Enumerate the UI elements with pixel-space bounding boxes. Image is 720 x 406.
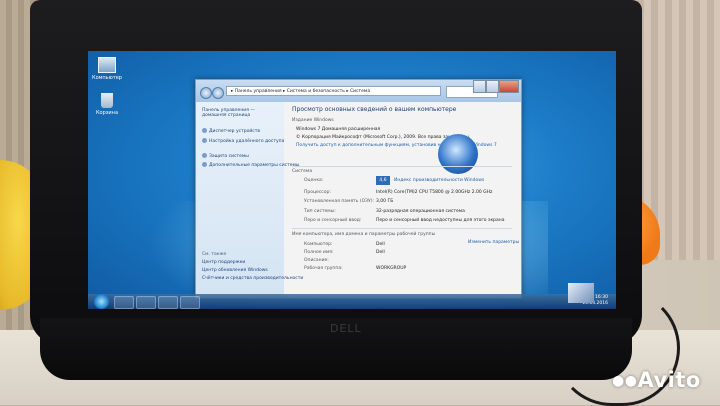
system-type-label: Тип системы: (304, 209, 336, 214)
description-label: Описание: (304, 258, 329, 263)
processor-label: Процессор: (304, 190, 331, 195)
desktop-icon-label: Компьютер (92, 75, 122, 81)
sidebar-item-device-manager[interactable]: Диспетчер устройств (202, 128, 260, 134)
system-window: ▸ Панель управления ▸ Система и безопасн… (195, 79, 522, 299)
sidebar-home-link[interactable]: Панель управления — домашняя страница (202, 108, 280, 118)
minimize-button[interactable] (473, 80, 487, 93)
back-icon[interactable] (200, 87, 212, 99)
desktop-screen: Компьютер Корзина ▸ Панель управления ▸ … (88, 51, 616, 309)
start-button[interactable] (94, 294, 109, 309)
name-section-heading: Имя компьютера, имя домена и параметры р… (292, 232, 436, 237)
desktop-icon-recycle-bin[interactable]: Корзина (90, 93, 124, 116)
divider (292, 228, 512, 229)
shield-icon (202, 153, 207, 158)
close-button[interactable] (499, 80, 519, 93)
maximize-button[interactable] (486, 80, 500, 93)
recycle-bin-icon (101, 93, 113, 108)
workgroup-label: Рабочая группа: (304, 266, 343, 271)
system-section-heading: Система (292, 169, 313, 174)
taskbar-media-icon[interactable] (158, 296, 178, 309)
processor-value: Intel(R) Core(TM)2 CPU T5800 @ 2.00GHz 2… (376, 190, 493, 195)
workgroup-value: WORKGROUP (376, 266, 407, 271)
forward-icon[interactable] (212, 87, 224, 99)
window-titlebar: ▸ Панель управления ▸ Система и безопасн… (196, 80, 521, 102)
edition-section-heading: Издание Windows (292, 118, 334, 123)
full-name-label: Полное имя: (304, 250, 334, 255)
rating-link[interactable]: Индекс производительности Windows (394, 178, 484, 183)
shield-icon (202, 128, 207, 133)
sidebar: Панель управления — домашняя страница Ди… (196, 102, 303, 298)
sidebar-item-windows-update[interactable]: Центр обновления Windows (202, 268, 268, 273)
pen-value: Перо и сенсорный ввод недоступны для это… (376, 218, 505, 223)
full-name-value: Dell (376, 250, 385, 255)
change-settings-link[interactable]: Изменить параметры (468, 240, 519, 245)
desktop-icon-label: Корзина (95, 110, 119, 116)
sidebar-item-remote[interactable]: Настройка удалённого доступа (202, 138, 284, 144)
memory-value: 3,00 ГБ (376, 199, 394, 204)
page-title: Просмотр основных сведений о вашем компь… (292, 106, 457, 113)
monitor: Компьютер Корзина ▸ Панель управления ▸ … (30, 0, 642, 345)
rating-label: Оценка: (304, 178, 324, 183)
sidebar-item-advanced[interactable]: Дополнительные параметры системы (202, 162, 299, 168)
taskbar-window-icon[interactable] (180, 296, 200, 309)
computer-name-value: Dell (376, 242, 385, 247)
avito-text: Avito (637, 368, 701, 392)
avito-dots-icon: ●● (612, 373, 638, 389)
address-bar[interactable]: ▸ Панель управления ▸ Система и безопасн… (226, 86, 441, 96)
avito-watermark: ●●Avito (612, 368, 701, 392)
system-type-value: 32-разрядная операционная система (376, 209, 465, 214)
divider (292, 166, 512, 167)
computer-name-label: Компьютер: (304, 242, 333, 247)
intel-sticker (568, 283, 594, 303)
pen-label: Перо и сенсорный ввод: (304, 218, 362, 223)
see-also-heading: См. также (202, 252, 227, 257)
windows-logo-icon (438, 134, 478, 174)
taskbar-ie-icon[interactable] (114, 296, 134, 309)
memory-label: Установленная память (ОЗУ): (304, 199, 375, 204)
rating-badge: 4,6 (376, 176, 390, 185)
sidebar-item-action-center[interactable]: Центр поддержки (202, 260, 245, 265)
desktop-icon-computer[interactable]: Компьютер (90, 57, 124, 81)
computer-icon (98, 57, 116, 73)
window-controls (473, 80, 519, 93)
main-content: Просмотр основных сведений о вашем компь… (288, 102, 519, 298)
taskbar: 16:30 16.04.2016 (88, 294, 616, 309)
shield-icon (202, 162, 207, 167)
taskbar-explorer-icon[interactable] (136, 296, 156, 309)
shield-icon (202, 138, 207, 143)
sidebar-item-protection[interactable]: Защита системы (202, 153, 249, 159)
edition-name: Windows 7 Домашняя расширенная (296, 127, 381, 132)
monitor-brand-logo: DELL (330, 322, 362, 335)
